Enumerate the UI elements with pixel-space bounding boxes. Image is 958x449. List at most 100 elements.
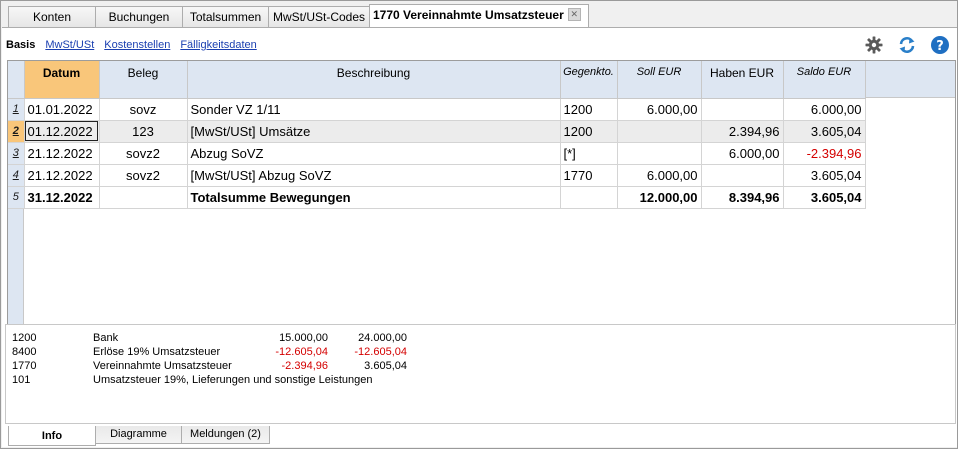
svg-text:?: ?	[936, 39, 944, 54]
info-value-1: -12.605,04	[275, 346, 328, 358]
info-row: 1770 Vereinnahmte Umsatzsteuer -2.394,96…	[6, 360, 955, 374]
cell-gegenkto[interactable]: 1770	[560, 164, 618, 187]
cell-datum[interactable]: 31.12.2022	[24, 186, 100, 209]
tab-info[interactable]: Info	[8, 426, 96, 446]
cell-saldo[interactable]: 3.605,04	[783, 164, 866, 187]
cell-beschreibung[interactable]: Totalsumme Bewegungen	[187, 186, 561, 209]
gear-icon[interactable]	[863, 34, 885, 56]
table-row-selected[interactable]: 2 01.12.2022 123 [MwSt/USt] Umsätze 1200…	[8, 120, 866, 143]
refresh-icon[interactable]	[896, 34, 918, 56]
info-value-2: -12.605,04	[354, 346, 407, 358]
row-number[interactable]: 3	[8, 142, 25, 165]
help-icon[interactable]: ?	[929, 34, 951, 56]
view-faelligkeitsdaten[interactable]: Fälligkeitsdaten	[180, 39, 256, 51]
cell-saldo[interactable]: -2.394,96	[783, 142, 866, 165]
cell-gegenkto[interactable]: 1200	[560, 98, 618, 121]
cell-soll[interactable]: 6.000,00	[617, 98, 702, 121]
tab-konten[interactable]: Konten	[8, 6, 96, 27]
info-account: 1770	[12, 360, 37, 372]
view-selector: Basis MwSt/USt Kostenstellen Fälligkeits…	[6, 39, 267, 51]
row-number[interactable]: 2	[8, 120, 25, 143]
table-row[interactable]: 1 01.01.2022 sovz Sonder VZ 1/11 1200 6.…	[8, 98, 866, 121]
cell-beleg[interactable]	[99, 186, 188, 209]
info-account: 1200	[12, 332, 37, 344]
cell-beleg[interactable]: sovz2	[99, 164, 188, 187]
tab-buchungen[interactable]: Buchungen	[95, 6, 183, 27]
cell-beschreibung[interactable]: Abzug SoVZ	[187, 142, 561, 165]
cell-haben[interactable]	[701, 98, 784, 121]
cell-soll[interactable]: 6.000,00	[617, 164, 702, 187]
tab-meldungen[interactable]: Meldungen (2)	[181, 426, 270, 444]
cell-saldo[interactable]: 3.605,04	[783, 186, 866, 209]
cell-gegenkto[interactable]	[560, 186, 618, 209]
tab-label: 1770 Vereinnahmte Umsatzsteuer	[373, 8, 564, 22]
bottom-tabs: Info Diagramme Meldungen (2)	[8, 426, 270, 446]
cell-beschreibung[interactable]: [MwSt/USt] Umsätze	[187, 120, 561, 143]
row-number[interactable]: 1	[8, 98, 25, 121]
cell-saldo[interactable]: 6.000,00	[783, 98, 866, 121]
cell-beschreibung[interactable]: [MwSt/USt] Abzug SoVZ	[187, 164, 561, 187]
tab-label: MwSt/USt-Codes	[272, 10, 366, 24]
view-mwst[interactable]: MwSt/USt	[45, 39, 94, 51]
close-icon[interactable]: ✕	[567, 8, 581, 21]
cell-soll[interactable]: 12.000,00	[617, 186, 702, 209]
app-window: Konten Buchungen Totalsummen MwSt/USt-Co…	[0, 0, 958, 449]
cell-haben[interactable]: 6.000,00	[701, 142, 784, 165]
cell-haben[interactable]	[701, 164, 784, 187]
info-row: 8400 Erlöse 19% Umsatzsteuer -12.605,04 …	[6, 346, 955, 360]
col-header-datum[interactable]: Datum	[24, 61, 100, 99]
cell-gegenkto[interactable]: [*]	[560, 142, 618, 165]
info-description: Vereinnahmte Umsatzsteuer	[93, 360, 232, 372]
info-description: Bank	[93, 332, 119, 344]
col-header-beleg[interactable]: Beleg	[99, 61, 188, 99]
tab-label: Konten	[32, 10, 72, 24]
info-description: Erlöse 19% Umsatzsteuer	[93, 346, 221, 358]
header-filler	[864, 61, 955, 98]
cell-beleg[interactable]: sovz	[99, 98, 188, 121]
cell-beschreibung[interactable]: Sonder VZ 1/11	[187, 98, 561, 121]
table-row[interactable]: 4 21.12.2022 sovz2 [MwSt/USt] Abzug SoVZ…	[8, 164, 866, 187]
cell-datum[interactable]: 21.12.2022	[24, 164, 100, 187]
cell-haben[interactable]: 2.394,96	[701, 120, 784, 143]
main-content: Basis MwSt/USt Kostenstellen Fälligkeits…	[2, 27, 957, 447]
tab-mwst-codes[interactable]: MwSt/USt-Codes	[268, 6, 370, 27]
info-value-2: 24.000,00	[358, 332, 407, 344]
tab-label: Info	[41, 430, 63, 442]
col-header-soll[interactable]: Soll EUR	[617, 61, 702, 99]
info-description: Umsatzsteuer 19%, Lieferungen und sonsti…	[93, 374, 373, 386]
info-row: 1200 Bank 15.000,00 24.000,00	[6, 332, 955, 346]
table-row-total[interactable]: 5 31.12.2022 Totalsumme Bewegungen 12.00…	[8, 186, 866, 209]
cell-datum[interactable]: 01.12.2022	[24, 120, 100, 143]
row-number[interactable]: 5	[8, 186, 25, 209]
bookings-grid: Datum Beleg Beschreibung Gegenkto. Soll …	[7, 60, 956, 344]
cell-soll[interactable]	[617, 142, 702, 165]
tab-totalsummen[interactable]: Totalsummen	[182, 6, 269, 27]
info-value-1: -2.394,96	[281, 360, 328, 372]
cell-datum[interactable]: 21.12.2022	[24, 142, 100, 165]
col-header-beschreibung[interactable]: Beschreibung	[187, 61, 561, 99]
cell-datum[interactable]: 01.01.2022	[24, 98, 100, 121]
col-header-haben[interactable]: Haben EUR	[701, 61, 784, 99]
cell-soll[interactable]	[617, 120, 702, 143]
cell-haben[interactable]: 8.394,96	[701, 186, 784, 209]
col-header-saldo[interactable]: Saldo EUR	[783, 61, 866, 99]
info-value-1: 15.000,00	[279, 332, 328, 344]
table-tabs: Konten Buchungen Totalsummen MwSt/USt-Co…	[8, 4, 589, 27]
info-account: 8400	[12, 346, 37, 358]
cell-saldo[interactable]: 3.605,04	[783, 120, 866, 143]
table-row[interactable]: 3 21.12.2022 sovz2 Abzug SoVZ [*] 6.000,…	[8, 142, 866, 165]
col-header-gegenkto[interactable]: Gegenkto.	[560, 61, 618, 99]
tab-account-1770[interactable]: 1770 Vereinnahmte Umsatzsteuer ✕	[369, 4, 589, 27]
tab-label: Buchungen	[108, 10, 170, 24]
toolbar: ?	[852, 34, 951, 56]
cell-gegenkto[interactable]: 1200	[560, 120, 618, 143]
view-basis[interactable]: Basis	[6, 39, 35, 51]
tab-label: Diagramme	[110, 428, 167, 440]
view-kostenstellen[interactable]: Kostenstellen	[104, 39, 170, 51]
tab-label: Totalsummen	[189, 10, 262, 24]
corner-cell	[8, 61, 25, 99]
tab-diagramme[interactable]: Diagramme	[95, 426, 182, 444]
cell-beleg[interactable]: 123	[99, 120, 188, 143]
row-number[interactable]: 4	[8, 164, 25, 187]
cell-beleg[interactable]: sovz2	[99, 142, 188, 165]
